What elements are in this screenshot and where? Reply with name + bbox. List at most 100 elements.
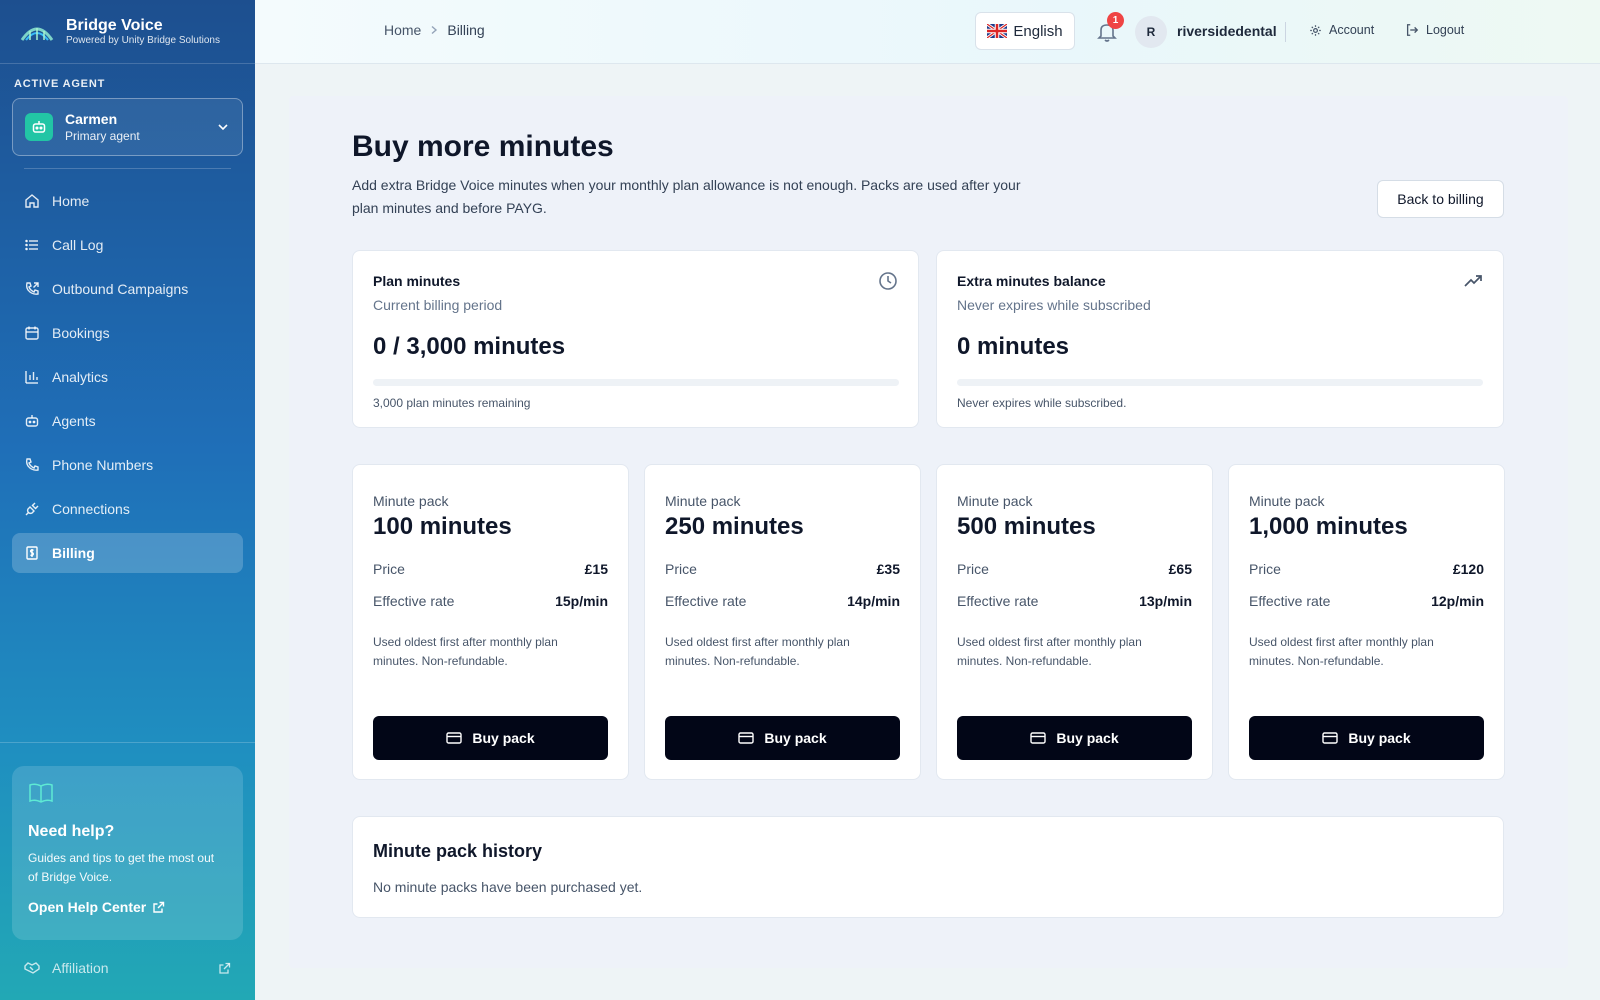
pack-rate-label: Effective rate [373,593,455,609]
pack-label: Minute pack [665,493,741,509]
pack-price: £35 [876,561,900,577]
pack-price: £15 [584,561,608,577]
sidebar-item-affiliation[interactable]: Affiliation [12,950,243,986]
sidebar-item-connections[interactable]: Connections [12,489,243,529]
page-description: Add extra Bridge Voice minutes when your… [352,177,1021,216]
credit-card-icon [738,732,755,744]
account-link[interactable]: Account [1309,23,1374,37]
pack-label: Minute pack [1249,493,1325,509]
buy-pack-label: Buy pack [1348,730,1411,746]
language-selector[interactable]: English [975,12,1075,50]
pack-rate-row: Effective rate 13p/min [957,593,1192,609]
buy-pack-button[interactable]: Buy pack [665,716,900,760]
language-label: English [1013,22,1063,40]
sidebar-item-analytics[interactable]: Analytics [12,357,243,397]
chevron-right-icon [431,25,438,35]
pack-rate: 15p/min [555,593,608,609]
buy-pack-label: Buy pack [1056,730,1119,746]
logout-link[interactable]: Logout [1405,23,1464,37]
plan-minutes-subtitle: Current billing period [373,297,503,313]
sidebar-item-label: Affiliation [52,960,109,976]
brand[interactable]: Bridge Voice Powered by Unity Bridge Sol… [0,0,255,64]
pack-title: 500 minutes [957,513,1096,540]
sidebar-divider [24,168,231,169]
extra-minutes-progress [957,379,1483,386]
sidebar-item-label: Billing [52,545,95,561]
breadcrumb: Home Billing [384,22,485,38]
minute-pack-card: Minute pack 100 minutes Price £15 Effecti… [352,464,629,780]
sidebar-divider [0,742,255,743]
bot-icon [25,113,53,141]
pack-rate-row: Effective rate 14p/min [665,593,900,609]
phone-icon [25,458,39,471]
avatar[interactable]: R [1135,16,1167,48]
top-header: Home Billing English 1 R riversidedental… [255,0,1600,64]
sidebar-item-billing[interactable]: Billing [12,533,243,573]
credit-card-icon [446,732,463,744]
pack-price-label: Price [1249,561,1281,577]
plan-minutes-progress [373,379,899,386]
pack-label: Minute pack [957,493,1033,509]
pack-note: Used oldest first after monthly plan min… [1249,635,1434,668]
buy-pack-button[interactable]: Buy pack [1249,716,1484,760]
pack-price-label: Price [957,561,989,577]
header-divider [1285,22,1286,42]
help-card: Need help? Guides and tips to get the mo… [12,766,243,940]
extra-minutes-subtitle: Never expires while subscribed [957,297,1151,313]
breadcrumb-billing: Billing [447,22,485,38]
sidebar-item-outbound-campaigns[interactable]: Outbound Campaigns [12,269,243,309]
pack-note: Used oldest first after monthly plan min… [957,635,1142,668]
sidebar-item-label: Home [52,193,90,209]
chevron-down-icon [218,124,228,131]
sidebar-item-label: Phone Numbers [52,457,154,473]
credit-card-icon [1322,732,1339,744]
pack-title: 1,000 minutes [1249,513,1408,540]
minute-pack-history-card: Minute pack history No minute packs have… [352,816,1504,918]
brand-name: Bridge Voice [66,16,163,34]
sidebar-item-agents[interactable]: Agents [12,401,243,441]
sidebar-item-call-log[interactable]: Call Log [12,225,243,265]
minute-pack-card: Minute pack 250 minutes Price £35 Effecti… [644,464,921,780]
open-help-center-link[interactable]: Open Help Center [28,899,227,915]
external-link-icon [153,901,165,913]
receipt-icon [26,546,38,560]
calendar-icon [25,326,39,340]
extra-minutes-card: Extra minutes balance Never expires whil… [936,250,1504,428]
list-icon [25,239,38,251]
pack-rate: 12p/min [1431,593,1484,609]
plug-icon [25,502,39,516]
plan-minutes-title: Plan minutes [373,273,461,289]
active-agent-label: ACTIVE AGENT [14,78,106,90]
home-icon [25,194,39,208]
sidebar-item-bookings[interactable]: Bookings [12,313,243,353]
breadcrumb-home[interactable]: Home [384,22,421,38]
sidebar-item-label: Analytics [52,369,109,385]
brand-tagline: Powered by Unity Bridge Solutions [66,34,220,46]
sidebar-item-home[interactable]: Home [12,181,243,221]
credit-card-icon [1030,732,1047,744]
bridge-logo-icon [20,27,54,41]
agent-name: Carmen [65,111,118,127]
pack-price: £65 [1168,561,1192,577]
bot-icon [25,415,39,427]
help-title: Need help? [28,823,115,840]
buy-pack-button[interactable]: Buy pack [373,716,608,760]
history-title: Minute pack history [373,841,543,861]
pack-price-row: Price £120 [1249,561,1484,577]
external-link-icon [219,962,231,974]
back-to-billing-button[interactable]: Back to billing [1377,180,1504,218]
agent-selector[interactable]: Carmen Primary agent [12,98,243,156]
sidebar-nav: Home Call Log Outbound Campaigns Booking… [0,181,255,573]
logout-icon [1406,24,1419,36]
clock-icon [879,272,897,290]
pack-rate: 13p/min [1139,593,1192,609]
trending-up-icon [1464,275,1482,287]
logout-label: Logout [1426,23,1465,37]
buy-pack-button[interactable]: Buy pack [957,716,1192,760]
account-label: Account [1329,23,1375,37]
minute-pack-card: Minute pack 1,000 minutes Price £120 Effe… [1228,464,1505,780]
username[interactable]: riversidedental [1177,23,1277,39]
pack-price-label: Price [665,561,697,577]
sidebar-item-phone-numbers[interactable]: Phone Numbers [12,445,243,485]
pack-label: Minute pack [373,493,449,509]
